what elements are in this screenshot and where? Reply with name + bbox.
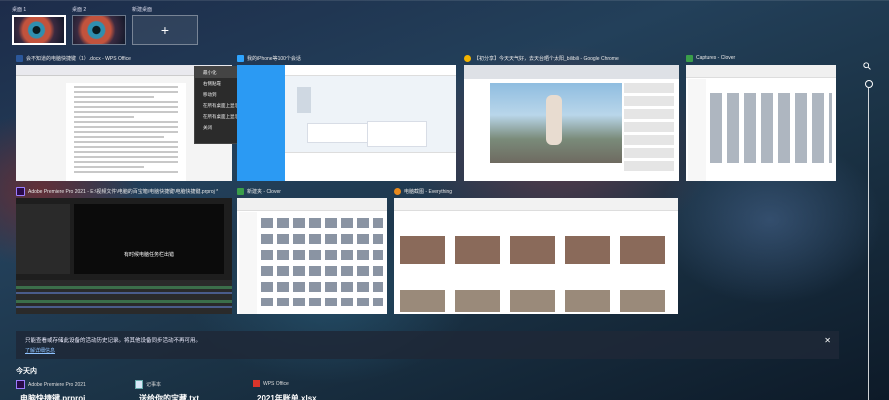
- new-desktop[interactable]: 新建桌面 +: [132, 6, 198, 45]
- recent-activity-3[interactable]: WPS Office: [253, 380, 289, 387]
- window-everything[interactable]: 电脑截图 - Everything: [394, 186, 678, 314]
- window-title: 我的iPhone等100个会话: [247, 55, 301, 62]
- window-title: 电脑截图 - Everything: [404, 188, 453, 195]
- chrome-icon: [464, 54, 471, 62]
- recent-activity-title[interactable]: 电脑快捷键.prproj: [20, 393, 130, 400]
- virtual-desktops-bar: 桌面 1 桌面 2 新建桌面 +: [12, 6, 198, 45]
- recent-activity-1[interactable]: Adobe Premiere Pro 2021: [16, 380, 86, 389]
- window-title-bar: 新建夹 - Clover: [237, 186, 387, 196]
- timeline-marker[interactable]: [865, 80, 873, 88]
- window-preview: [237, 198, 387, 314]
- recent-app-name: Adobe Premiere Pro 2021: [28, 381, 86, 388]
- window-preview: [686, 65, 836, 181]
- recent-app-name: 记事本: [146, 382, 162, 388]
- window-title-bar: Captures - Clover: [686, 53, 836, 63]
- window-preview: [464, 65, 679, 181]
- window-chat[interactable]: 我的iPhone等100个会话: [237, 53, 456, 181]
- video-subtitle: 有时候电脑任务栏出错: [123, 252, 174, 258]
- desktop-2[interactable]: 桌面 2: [72, 6, 126, 45]
- recent-activity-title[interactable]: 2021年账单.xlsx: [257, 393, 367, 400]
- everything-icon: [394, 187, 401, 195]
- window-wps-document[interactable]: 会不知道的电脑快捷键（1）.docx - WPS Office 最小化 右侧贴靠…: [16, 53, 268, 181]
- window-title: Captures - Clover: [696, 55, 736, 61]
- window-title-bar: 会不知道的电脑快捷键（1）.docx - WPS Office: [16, 53, 232, 63]
- recent-activity-title[interactable]: 送给你的宝藏.txt: [139, 393, 249, 400]
- tim-chat-icon: [237, 54, 244, 62]
- window-title-bar: 电脑截图 - Everything: [394, 186, 678, 196]
- learn-more-link[interactable]: 了解详细信息: [25, 347, 55, 354]
- clover-icon: [686, 54, 693, 62]
- new-desktop-button[interactable]: +: [132, 15, 198, 45]
- window-title: Adobe Premiere Pro 2021 - E:\视频文件\电脑的百宝箱…: [28, 188, 219, 195]
- window-title: 新建夹 - Clover: [247, 188, 281, 195]
- plus-icon: +: [160, 22, 170, 38]
- window-premiere[interactable]: Adobe Premiere Pro 2021 - E:\视频文件\电脑的百宝箱…: [16, 186, 232, 314]
- activity-history-notice: 只能查看或存储此设备的活动历史记录。将其他设备同步活动不再可用。 了解详细信息 …: [16, 331, 839, 359]
- window-title: 【初分享】今天天气好，去天台晒个太阳_bilibili - Google Chr…: [474, 55, 619, 62]
- window-title-bar: Adobe Premiere Pro 2021 - E:\视频文件\电脑的百宝箱…: [16, 186, 232, 196]
- search-icon[interactable]: [863, 62, 871, 70]
- premiere-icon: [16, 186, 25, 196]
- desktop-2-thumbnail[interactable]: [72, 15, 126, 45]
- clover-icon: [237, 187, 244, 195]
- premiere-icon: [16, 380, 25, 389]
- desktop-2-label: 桌面 2: [72, 7, 87, 13]
- window-clover-folder[interactable]: 新建夹 - Clover: [237, 186, 387, 314]
- recent-app-name: WPS Office: [263, 380, 289, 387]
- close-icon[interactable]: ✕: [824, 336, 831, 345]
- notice-text: 只能查看或存储此设备的活动历史记录。将其他设备同步活动不再可用。: [25, 338, 202, 344]
- desktop-1-thumbnail[interactable]: [12, 15, 66, 45]
- window-preview: 有时候电脑任务栏出错: [16, 198, 232, 314]
- window-title-bar: 我的iPhone等100个会话: [237, 53, 456, 63]
- wps-icon: [253, 380, 260, 387]
- notepad-icon: [135, 380, 143, 389]
- wps-writer-icon: [16, 54, 23, 62]
- window-preview: [394, 198, 678, 314]
- timeline-heading: 今天内: [16, 368, 37, 375]
- window-title-bar: 【初分享】今天天气好，去天台晒个太阳_bilibili - Google Chr…: [464, 53, 679, 63]
- timeline-scrollbar[interactable]: [868, 88, 869, 400]
- window-clover-captures[interactable]: Captures - Clover: [686, 53, 836, 181]
- new-desktop-label: 新建桌面: [132, 7, 153, 13]
- window-preview: [237, 65, 456, 181]
- top-border: [0, 0, 889, 1]
- window-chrome[interactable]: 【初分享】今天天气好，去天台晒个太阳_bilibili - Google Chr…: [464, 53, 679, 181]
- desktop-1-label: 桌面 1: [12, 7, 27, 13]
- desktop-1[interactable]: 桌面 1: [12, 6, 66, 45]
- window-title: 会不知道的电脑快捷键（1）.docx - WPS Office: [26, 55, 131, 62]
- recent-activity-2[interactable]: 记事本: [135, 380, 161, 389]
